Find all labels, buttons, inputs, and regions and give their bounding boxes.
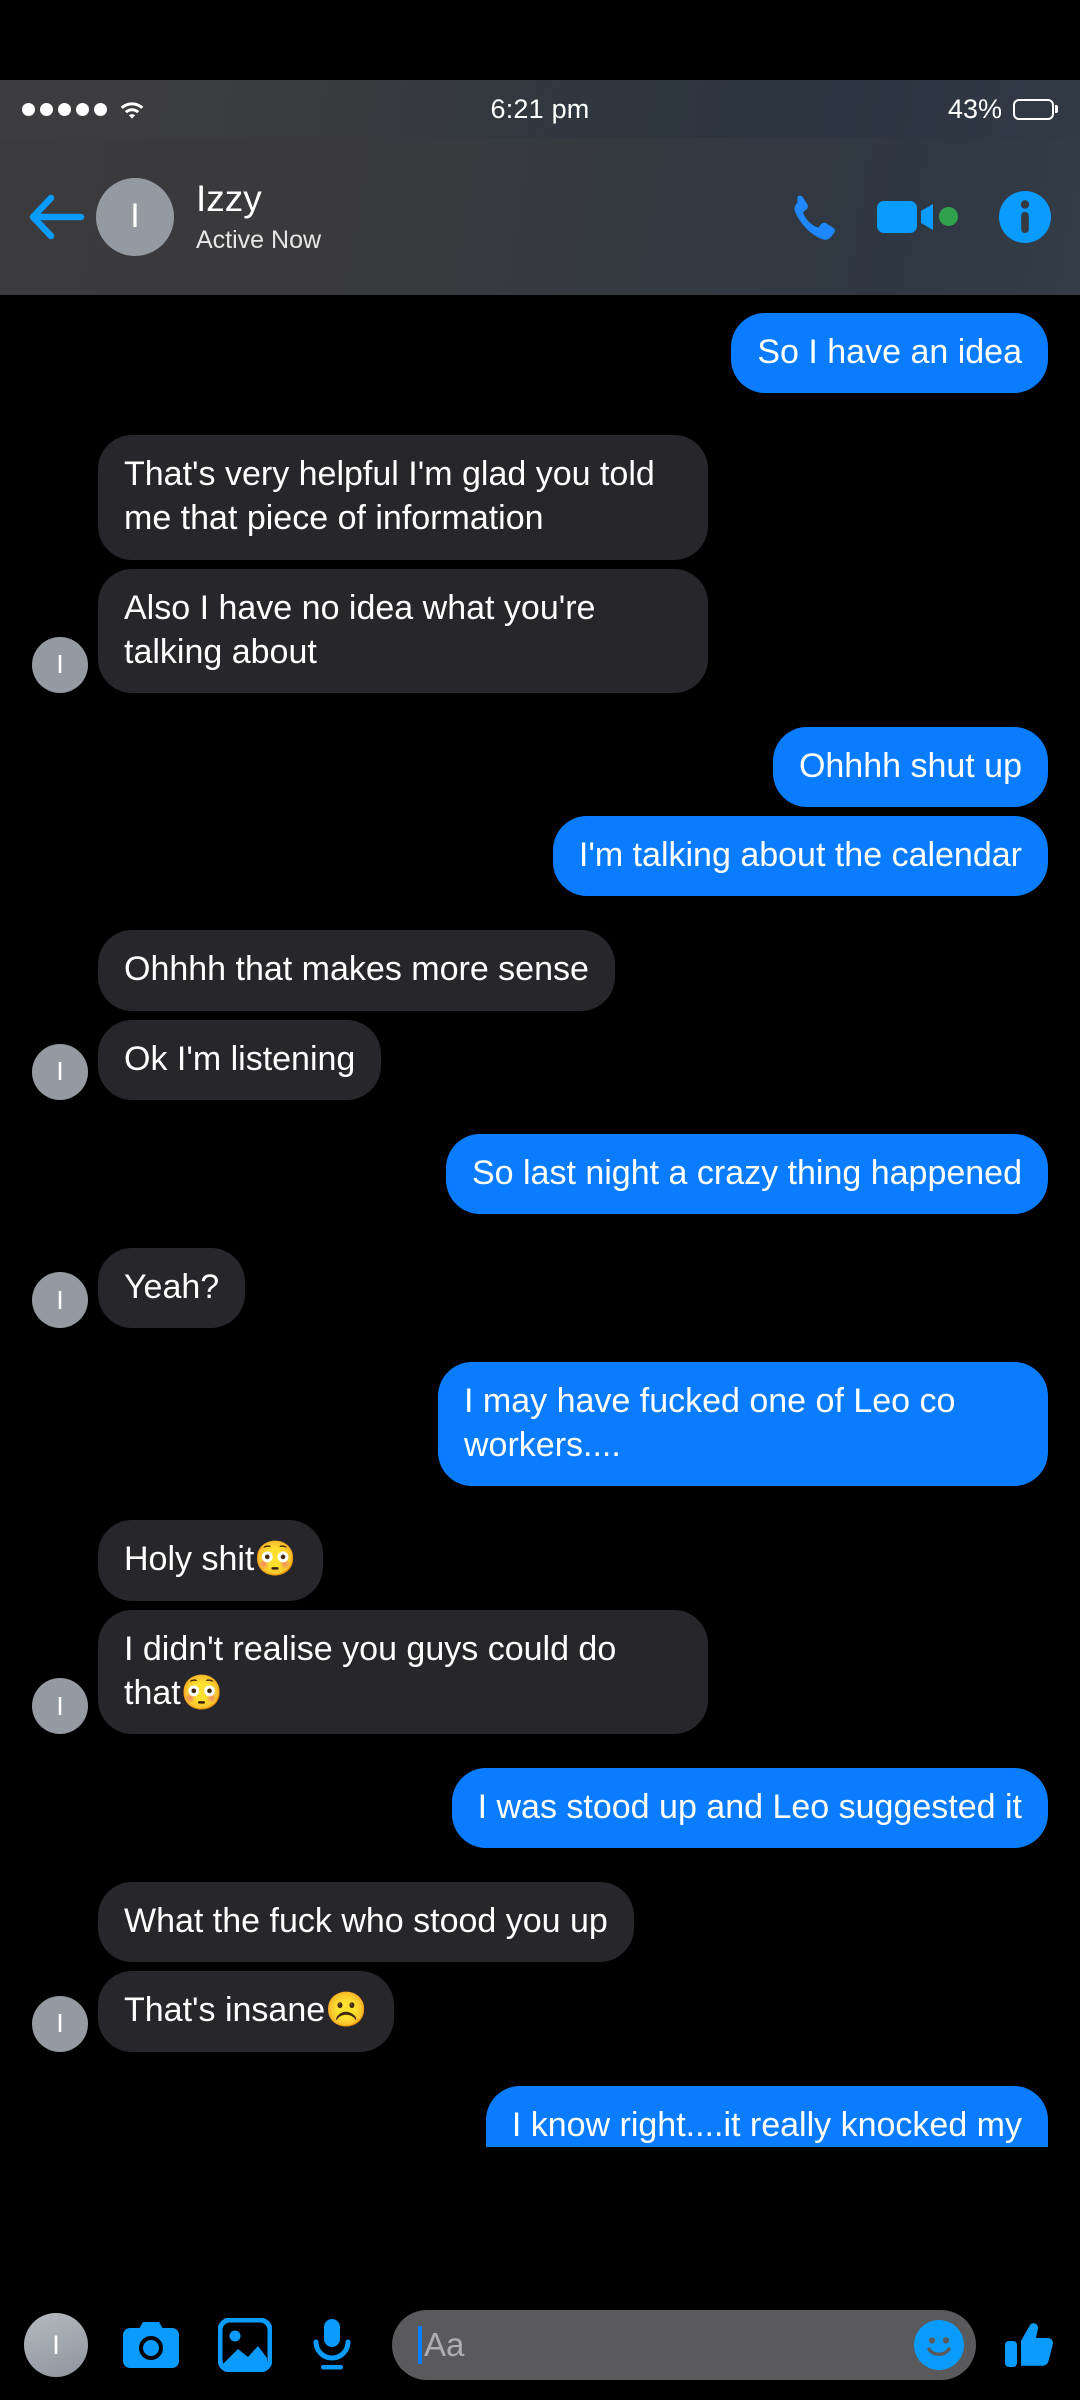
outgoing-message-bubble[interactable]: So last night a crazy thing happened <box>445 1133 1048 1214</box>
message-input-placeholder: Aa <box>424 2326 465 2363</box>
message-row: What the fuck who stood you up <box>32 1882 1048 1963</box>
incoming-message-bubble[interactable]: I didn't realise you guys could do that😳 <box>98 1609 708 1734</box>
message-row: I That's insane☹️ <box>32 1971 1048 2052</box>
message-sender-avatar[interactable]: I <box>32 1995 88 2052</box>
message-thread[interactable]: So I have an idea That's very helpful I'm… <box>0 295 1080 2290</box>
incoming-message-bubble[interactable]: That's insane☹️ <box>98 1971 394 2052</box>
message-row: That's very helpful I'm glad you told me… <box>32 435 1048 560</box>
back-button[interactable] <box>26 186 88 248</box>
microphone-icon <box>313 2319 351 2370</box>
video-camera-icon <box>877 200 933 233</box>
conversation-info-button[interactable] <box>998 190 1052 244</box>
contact-presence-status: Active Now <box>196 225 322 254</box>
message-sender-avatar[interactable]: I <box>32 1272 88 1329</box>
active-status-dot <box>939 207 958 226</box>
message-input-field[interactable]: Aa <box>392 2310 976 2380</box>
message-row: Ohhhh shut up <box>32 726 1048 808</box>
voice-call-button[interactable] <box>784 191 836 243</box>
message-row: So last night a crazy thing happened <box>32 1133 1048 1214</box>
message-row: I'm talking about the calendar <box>32 816 1048 897</box>
message-row: So I have an idea <box>32 313 1048 394</box>
smiley-face-icon <box>918 2324 960 2366</box>
message-avatar-slot: I <box>32 1043 88 1100</box>
outgoing-message-bubble[interactable]: I may have fucked one of Leo co workers.… <box>438 1362 1048 1487</box>
back-arrow-icon <box>29 194 85 239</box>
message-row: I Yeah? <box>32 1247 1048 1329</box>
conversation-header: I Izzy Active Now <box>0 138 1080 295</box>
video-call-button[interactable] <box>876 197 958 237</box>
incoming-message-bubble[interactable]: Holy shit😳 <box>98 1520 323 1601</box>
text-cursor <box>418 2326 422 2364</box>
photo-gallery-button[interactable] <box>218 2318 272 2372</box>
message-avatar-slot: I <box>32 636 88 693</box>
message-row: I know right....it really knocked my <box>32 2085 1048 2147</box>
message-row: I Also I have no idea what you're talking… <box>32 568 1048 693</box>
camera-button[interactable] <box>122 2319 180 2371</box>
message-row: Ohhhh that makes more sense <box>32 930 1048 1011</box>
send-like-button[interactable] <box>1004 2319 1056 2371</box>
outgoing-message-bubble[interactable]: I know right....it really knocked my <box>485 2085 1048 2147</box>
voice-record-button[interactable] <box>310 2317 354 2373</box>
incoming-message-bubble[interactable]: Yeah? <box>98 1247 246 1329</box>
messenger-conversation-screen: 6:21 pm 43% I Izzy Active Now So I have … <box>0 0 1080 2400</box>
phone-icon <box>794 195 835 240</box>
message-avatar-slot: I <box>32 1995 88 2052</box>
status-bar: 6:21 pm 43% <box>0 80 1080 138</box>
message-row: I may have fucked one of Leo co workers.… <box>32 1362 1048 1487</box>
outgoing-message-bubble[interactable]: I'm talking about the calendar <box>552 816 1048 897</box>
message-composer-bar: I Aa <box>0 2290 1080 2400</box>
contact-avatar-initial: I <box>130 197 140 235</box>
gallery-image-icon <box>218 2318 272 2372</box>
incoming-message-bubble[interactable]: Ohhhh that makes more sense <box>98 930 615 1011</box>
outgoing-message-bubble[interactable]: I was stood up and Leo suggested it <box>451 1768 1048 1849</box>
emoji-picker-button[interactable] <box>914 2320 964 2370</box>
battery-percentage-label: 43% <box>947 93 1002 124</box>
message-sender-avatar[interactable]: I <box>32 636 88 693</box>
message-row: I Ok I'm listening <box>32 1019 1048 1100</box>
incoming-message-bubble[interactable]: Also I have no idea what you're talking … <box>98 568 708 693</box>
notch-area <box>0 0 1080 80</box>
camera-icon <box>123 2322 179 2368</box>
message-sender-avatar[interactable]: I <box>32 1678 88 1734</box>
conversation-title-block[interactable]: Izzy Active Now <box>196 177 784 256</box>
message-row: I was stood up and Leo suggested it <box>32 1768 1048 1849</box>
message-row: II didn't realise you guys could do that… <box>32 1609 1048 1734</box>
composer-avatar-initial: I <box>52 2329 60 2360</box>
outgoing-message-bubble[interactable]: So I have an idea <box>731 313 1048 394</box>
status-bar-clock: 6:21 pm <box>490 93 590 124</box>
message-avatar-slot: I <box>32 1678 88 1734</box>
outgoing-message-bubble[interactable]: Ohhhh shut up <box>772 726 1048 808</box>
message-avatar-slot: I <box>32 1272 88 1329</box>
incoming-message-bubble[interactable]: Ok I'm listening <box>98 1019 382 1100</box>
contact-name: Izzy <box>196 177 262 219</box>
thumbs-up-icon <box>1005 2323 1053 2367</box>
incoming-message-bubble[interactable]: What the fuck who stood you up <box>98 1882 634 1963</box>
battery-icon <box>1013 98 1054 120</box>
incoming-message-bubble[interactable]: That's very helpful I'm glad you told me… <box>98 435 708 560</box>
composer-user-avatar[interactable]: I <box>24 2313 88 2377</box>
message-sender-avatar[interactable]: I <box>32 1043 88 1100</box>
contact-avatar[interactable]: I <box>96 177 174 256</box>
message-row: Holy shit😳 <box>32 1520 1048 1601</box>
status-bar-right: 43% <box>948 94 1054 125</box>
header-action-buttons <box>784 190 1052 244</box>
info-icon <box>999 190 1051 243</box>
